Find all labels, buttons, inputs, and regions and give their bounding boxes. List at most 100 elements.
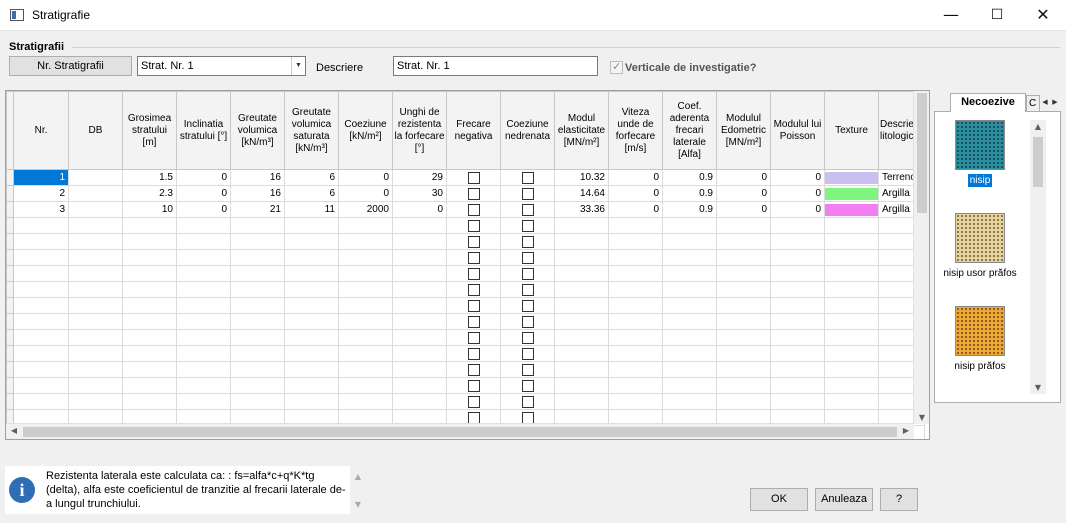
empty-cell[interactable] xyxy=(500,249,555,266)
empty-cell[interactable] xyxy=(446,393,501,410)
coeziune-nedrenata-checkbox[interactable] xyxy=(521,347,534,360)
row-header[interactable] xyxy=(6,281,14,298)
empty-cell[interactable] xyxy=(230,313,285,330)
empty-cell[interactable] xyxy=(392,297,447,314)
row-header[interactable] xyxy=(6,233,14,250)
empty-cell[interactable] xyxy=(662,361,717,378)
cell-alfa[interactable]: 0.9 xyxy=(662,169,717,186)
empty-cell[interactable] xyxy=(554,281,609,298)
empty-cell[interactable] xyxy=(338,297,393,314)
empty-table-row[interactable] xyxy=(6,361,925,378)
empty-cell[interactable] xyxy=(338,313,393,330)
empty-cell[interactable] xyxy=(13,217,69,234)
empty-cell[interactable] xyxy=(230,345,285,362)
scroll-up-icon[interactable]: ▲ xyxy=(1030,122,1046,131)
empty-cell[interactable] xyxy=(770,233,825,250)
empty-table-row[interactable] xyxy=(6,345,925,362)
empty-cell[interactable] xyxy=(446,377,501,394)
empty-cell[interactable] xyxy=(230,265,285,282)
coeziune-nedrenata-checkbox[interactable] xyxy=(521,283,534,296)
cell-grosimea[interactable]: 10 xyxy=(122,201,177,218)
empty-cell[interactable] xyxy=(392,393,447,410)
cell-greutate[interactable]: 21 xyxy=(230,201,285,218)
cell-db[interactable] xyxy=(68,169,123,186)
row-header[interactable] xyxy=(6,313,14,330)
empty-cell[interactable] xyxy=(122,249,177,266)
cell-viteza[interactable]: 0 xyxy=(608,201,663,218)
col-header-edometric[interactable]: Modulul Edometric [MN/m²] xyxy=(716,91,771,170)
empty-cell[interactable] xyxy=(176,281,231,298)
empty-cell[interactable] xyxy=(554,217,609,234)
empty-cell[interactable] xyxy=(554,329,609,346)
table-row[interactable]: 1 1.5 0 16 6 0 29 10.32 0 0.9 0 0 Terren… xyxy=(6,169,925,186)
empty-cell[interactable] xyxy=(824,265,879,282)
empty-cell[interactable] xyxy=(176,313,231,330)
minimize-button[interactable]: — xyxy=(928,0,974,31)
empty-cell[interactable] xyxy=(122,345,177,362)
empty-cell[interactable] xyxy=(13,249,69,266)
cell-db[interactable] xyxy=(68,185,123,202)
empty-table-row[interactable] xyxy=(6,233,925,250)
empty-cell[interactable] xyxy=(554,361,609,378)
empty-cell[interactable] xyxy=(68,329,123,346)
col-header-viteza[interactable]: Viteza unde de forfecare [m/s] xyxy=(608,91,663,170)
row-header[interactable] xyxy=(6,345,14,362)
empty-cell[interactable] xyxy=(13,329,69,346)
cell-poisson[interactable]: 0 xyxy=(770,185,825,202)
col-header-greutate-saturata[interactable]: Greutate volumica saturata [kN/m³] xyxy=(284,91,339,170)
empty-cell[interactable] xyxy=(608,361,663,378)
empty-cell[interactable] xyxy=(608,265,663,282)
row-header[interactable] xyxy=(6,169,14,186)
empty-cell[interactable] xyxy=(284,313,339,330)
empty-cell[interactable] xyxy=(122,233,177,250)
cell-modul-elasticitate[interactable]: 33.36 xyxy=(554,201,609,218)
empty-cell[interactable] xyxy=(662,217,717,234)
empty-cell[interactable] xyxy=(716,265,771,282)
tab-coezive[interactable]: C xyxy=(1026,95,1040,111)
cell-frecare[interactable] xyxy=(446,201,501,218)
empty-cell[interactable] xyxy=(284,217,339,234)
empty-cell[interactable] xyxy=(500,345,555,362)
col-header-poisson[interactable]: Modulul lui Poisson xyxy=(770,91,825,170)
empty-cell[interactable] xyxy=(662,265,717,282)
empty-cell[interactable] xyxy=(230,281,285,298)
empty-cell[interactable] xyxy=(176,249,231,266)
empty-cell[interactable] xyxy=(662,249,717,266)
cell-modul-elasticitate[interactable]: 14.64 xyxy=(554,185,609,202)
table-row[interactable]: 3 10 0 21 11 2000 0 33.36 0 0.9 0 0 Argi… xyxy=(6,201,925,218)
empty-cell[interactable] xyxy=(824,393,879,410)
empty-cell[interactable] xyxy=(176,393,231,410)
empty-cell[interactable] xyxy=(176,233,231,250)
col-header-alfa[interactable]: Coef. aderenta frecari laterale [Alfa] xyxy=(662,91,717,170)
coeziune-nedrenata-checkbox[interactable] xyxy=(521,299,534,312)
cell-frecare[interactable] xyxy=(446,169,501,186)
empty-table-row[interactable] xyxy=(6,393,925,410)
empty-cell[interactable] xyxy=(824,217,879,234)
coeziune-nedrenata-checkbox[interactable] xyxy=(521,171,534,184)
empty-cell[interactable] xyxy=(68,281,123,298)
empty-cell[interactable] xyxy=(338,281,393,298)
empty-cell[interactable] xyxy=(392,281,447,298)
cell-unghi[interactable]: 0 xyxy=(392,201,447,218)
empty-cell[interactable] xyxy=(338,265,393,282)
coeziune-nedrenata-checkbox[interactable] xyxy=(521,267,534,280)
empty-cell[interactable] xyxy=(554,265,609,282)
row-header[interactable] xyxy=(6,393,14,410)
empty-cell[interactable] xyxy=(770,265,825,282)
empty-cell[interactable] xyxy=(338,361,393,378)
empty-cell[interactable] xyxy=(68,297,123,314)
empty-table-row[interactable] xyxy=(6,377,925,394)
empty-cell[interactable] xyxy=(716,313,771,330)
coeziune-nedrenata-checkbox[interactable] xyxy=(521,379,534,392)
empty-cell[interactable] xyxy=(122,329,177,346)
empty-cell[interactable] xyxy=(608,297,663,314)
cell-viteza[interactable]: 0 xyxy=(608,185,663,202)
frecare-checkbox[interactable] xyxy=(467,187,480,200)
empty-cell[interactable] xyxy=(716,329,771,346)
frecare-checkbox[interactable] xyxy=(467,171,480,184)
cell-greutate-saturata[interactable]: 6 xyxy=(284,169,339,186)
texture-panel-scroll-thumb[interactable] xyxy=(1033,137,1043,187)
empty-cell[interactable] xyxy=(338,377,393,394)
empty-cell[interactable] xyxy=(338,345,393,362)
empty-cell[interactable] xyxy=(446,265,501,282)
